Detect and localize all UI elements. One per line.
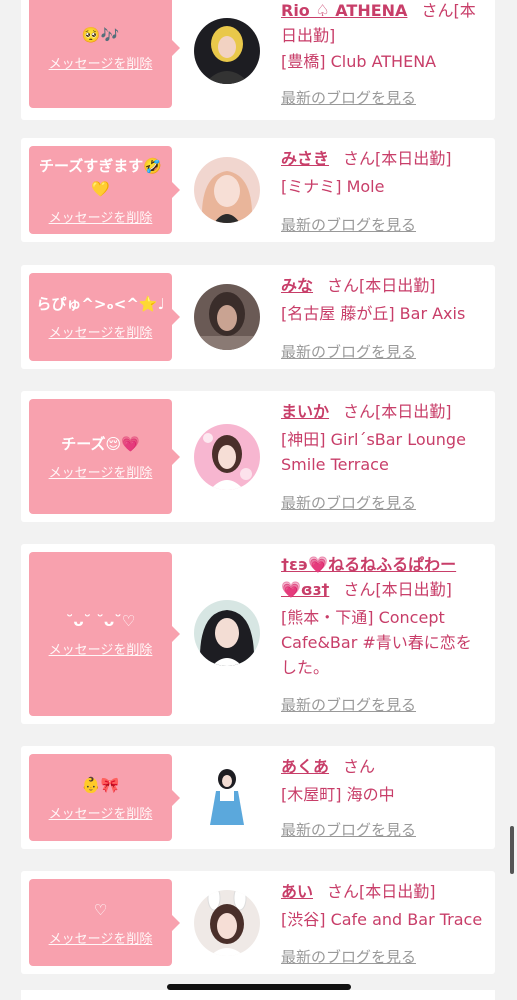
shop-name: [ミナミ] Mole (281, 177, 385, 196)
cast-name-link[interactable]: まいか (281, 402, 329, 421)
cast-info: みな さん[本日出勤] [名古屋 藤が丘] Bar Axis (281, 273, 486, 326)
blog-link[interactable]: 最新のブログを見る (281, 87, 416, 108)
san-label: さん (343, 149, 376, 168)
cast-name-link[interactable]: あい (281, 882, 313, 901)
status-badge: [本日出勤] (375, 402, 452, 421)
message-text: チーズすぎます🤣💛 (39, 156, 162, 198)
cast-name-link[interactable]: Rio ♤ ATHENA (281, 1, 407, 20)
avatar[interactable] (194, 157, 260, 223)
message-text: 🥺🎶 (81, 26, 120, 44)
status-badge: [本日出勤] (375, 580, 452, 599)
message-card: 👶🎀 メッセージを削除 あくあ さん [木屋町] 海の中 最新のブログを見る (21, 746, 495, 849)
san-label: さん (421, 1, 454, 20)
blog-link[interactable]: 最新のブログを見る (281, 819, 416, 840)
message-text: チーズ😌💗 (61, 434, 140, 453)
message-text: ♡ (93, 900, 108, 919)
message-bubble: らぴゅ^>ₒ<^⭐️♩ メッセージを削除 (29, 273, 180, 361)
message-card: ♡ メッセージを削除 あい さん[本日出勤] [渋谷] Cafe and Bar … (21, 871, 495, 974)
message-bubble: ˘ᴗ˘ ˘ᴗ˘♡ メッセージを削除 (29, 552, 180, 716)
delete-message-link[interactable]: メッセージを削除 (49, 462, 153, 481)
delete-message-link[interactable]: メッセージを削除 (49, 928, 153, 947)
cast-name-link-continued[interactable]: 💗ɞɜ† (281, 580, 329, 599)
delete-message-link[interactable]: メッセージを削除 (49, 207, 153, 226)
message-bubble: 🥺🎶 メッセージを削除 (29, 0, 180, 108)
shop-name: [熊本・下通] Concept Cafe&Bar #青い春に恋をした。 (281, 608, 472, 677)
blog-link[interactable]: 最新のブログを見る (281, 214, 416, 235)
san-label: さん (327, 276, 360, 295)
delete-message-link[interactable]: メッセージを削除 (49, 639, 153, 658)
delete-message-link[interactable]: メッセージを削除 (49, 322, 153, 341)
delete-message-link[interactable]: メッセージを削除 (49, 803, 153, 822)
san-label: さん (343, 402, 376, 421)
san-label: さん (327, 882, 360, 901)
status-badge: [本日出勤] (375, 149, 452, 168)
message-text: らぴゅ^>ₒ<^⭐️♩ (36, 295, 165, 313)
avatar[interactable] (194, 18, 260, 84)
message-bubble: ♡ メッセージを削除 (29, 879, 180, 966)
status-badge: [本日出勤] (359, 276, 436, 295)
message-card: ˘ᴗ˘ ˘ᴗ˘♡ メッセージを削除 †ε϶💗ねるねふるぱわー 💗ɞɜ† さん[本日… (21, 544, 495, 724)
cast-info: あい さん[本日出勤] [渋谷] Cafe and Bar Trace (281, 879, 486, 932)
message-card: らぴゅ^>ₒ<^⭐️♩ メッセージを削除 みな さん[本日出勤] [名古屋 藤が丘… (21, 265, 495, 369)
cast-name-link[interactable]: あくあ (281, 757, 329, 776)
cast-info: みさき さん[本日出勤] [ミナミ] Mole (281, 146, 486, 199)
message-bubble: 👶🎀 メッセージを削除 (29, 754, 180, 841)
next-card-edge (21, 990, 495, 1000)
message-text: 👶🎀 (81, 775, 120, 794)
avatar[interactable] (194, 284, 260, 350)
blog-link[interactable]: 最新のブログを見る (281, 946, 416, 967)
blog-link[interactable]: 最新のブログを見る (281, 492, 416, 513)
blog-link[interactable]: 最新のブログを見る (281, 694, 416, 715)
cast-name-link[interactable]: †ε϶💗ねるねふるぱわー (281, 555, 456, 574)
cast-info: Rio ♤ ATHENA さん[本日出勤] [豊橋] Club ATHENA (281, 0, 486, 74)
cast-name-link[interactable]: みな (281, 276, 313, 295)
message-card: チーズすぎます🤣💛 メッセージを削除 みさき さん[本日出勤] [ミナミ] Mol… (21, 138, 495, 242)
avatar[interactable] (194, 890, 260, 956)
message-card: チーズ😌💗 メッセージを削除 まいか さん[本日出勤] [神田] Girl´sBa… (21, 391, 495, 522)
message-card: 🥺🎶 メッセージを削除 Rio ♤ ATHENA さん[本日出勤] [豊橋] Cl… (21, 0, 495, 120)
cast-info: まいか さん[本日出勤] [神田] Girl´sBar Lounge Smile … (281, 399, 486, 477)
shop-name: [神田] Girl´sBar Lounge Smile Terrace (281, 430, 466, 474)
san-label: さん (343, 757, 376, 776)
message-bubble: チーズすぎます🤣💛 メッセージを削除 (29, 146, 180, 234)
cast-info: あくあ さん [木屋町] 海の中 (281, 754, 486, 807)
shop-name: [渋谷] Cafe and Bar Trace (281, 910, 483, 929)
scrollbar[interactable] (510, 826, 514, 874)
cast-name-link[interactable]: みさき (281, 149, 329, 168)
home-indicator[interactable] (167, 984, 351, 990)
shop-name: [名古屋 藤が丘] Bar Axis (281, 304, 466, 323)
status-badge: [本日出勤] (359, 882, 436, 901)
avatar[interactable] (194, 600, 260, 666)
blog-link[interactable]: 最新のブログを見る (281, 341, 416, 362)
avatar[interactable] (194, 765, 260, 831)
message-text: ˘ᴗ˘ ˘ᴗ˘♡ (65, 612, 136, 630)
cast-info: †ε϶💗ねるねふるぱわー 💗ɞɜ† さん[本日出勤] [熊本・下通] Concep… (281, 552, 486, 680)
shop-name: [木屋町] 海の中 (281, 785, 395, 804)
san-label: さん (343, 580, 376, 599)
shop-name: [豊橋] Club ATHENA (281, 52, 437, 71)
delete-message-link[interactable]: メッセージを削除 (49, 53, 153, 72)
message-bubble: チーズ😌💗 メッセージを削除 (29, 399, 180, 514)
avatar[interactable] (194, 424, 260, 490)
